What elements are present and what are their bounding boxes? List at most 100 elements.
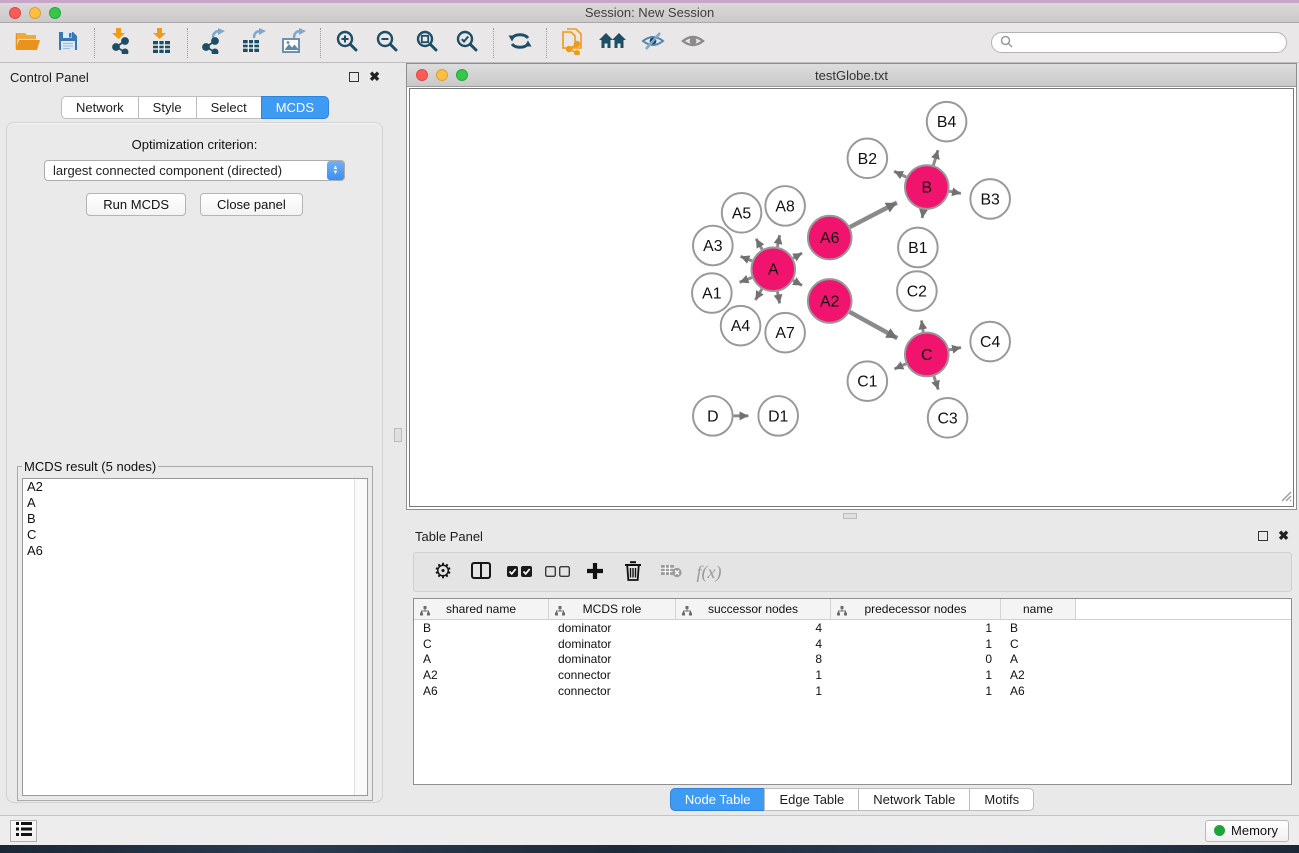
network-canvas[interactable]: AA1A2A3A4A5A6A7A8BB1B2B3B4CC1C2C3C4DD1 [409, 88, 1294, 507]
table-cell[interactable]: A [414, 652, 549, 666]
save-session-button[interactable] [48, 26, 88, 60]
criterion-select[interactable]: largest connected component (directed) ▲… [44, 160, 345, 181]
table-cell[interactable]: 1 [831, 684, 1001, 698]
refresh-view-button[interactable] [500, 26, 540, 60]
table-options-button[interactable]: ⚙ [424, 556, 462, 588]
graph-edge-B-B2[interactable] [894, 171, 906, 177]
graph-edge-A-A3[interactable] [740, 256, 752, 261]
table-cell[interactable]: A6 [1001, 684, 1076, 698]
graph-edge-C-C3[interactable] [934, 376, 938, 390]
graph-edge-A-A2[interactable] [793, 280, 802, 285]
table-cell[interactable]: A6 [414, 684, 549, 698]
delete-columns-button[interactable] [614, 556, 652, 588]
table-cell[interactable]: B [414, 621, 549, 635]
window-resize-grip[interactable] [1278, 488, 1292, 505]
table-cell[interactable]: 1 [831, 621, 1001, 635]
table-cell[interactable]: A2 [1001, 668, 1076, 682]
tab-motifs[interactable]: Motifs [969, 788, 1034, 811]
create-column-button[interactable] [576, 556, 614, 588]
tab-select[interactable]: Select [196, 96, 262, 119]
select-all-columns-button[interactable] [500, 556, 538, 588]
column-header-successor-nodes[interactable]: successor nodes [676, 599, 831, 619]
import-table-button[interactable] [141, 26, 181, 60]
global-search-field[interactable] [991, 32, 1287, 53]
minimize-network-window-button[interactable] [436, 69, 448, 81]
graph-edge-A6-B[interactable] [850, 203, 897, 227]
table-cell[interactable]: connector [549, 684, 676, 698]
zoom-fit-button[interactable] [407, 26, 447, 60]
graph-edge-A2-C[interactable] [850, 312, 898, 338]
table-cell[interactable]: 1 [831, 668, 1001, 682]
close-panel-icon[interactable]: ✖ [369, 72, 380, 82]
table-cell[interactable]: dominator [549, 637, 676, 651]
table-cell[interactable]: C [414, 637, 549, 651]
delete-table-button[interactable] [652, 556, 690, 588]
table-cell[interactable]: B [1001, 621, 1076, 635]
graph-edge-A-A1[interactable] [740, 277, 752, 282]
graph-edge-C-C4[interactable] [949, 347, 961, 349]
table-cell[interactable]: A [1001, 652, 1076, 666]
close-network-window-button[interactable] [416, 69, 428, 81]
memory-button[interactable]: Memory [1205, 820, 1289, 842]
search-input[interactable] [1017, 36, 1278, 50]
table-row[interactable]: A2connector11A2 [414, 667, 1291, 683]
table-cell[interactable]: dominator [549, 621, 676, 635]
close-window-button[interactable] [9, 7, 21, 19]
table-row[interactable]: Adominator80A [414, 651, 1291, 667]
close-panel-button[interactable]: Close panel [200, 193, 303, 216]
zoom-in-button[interactable] [327, 26, 367, 60]
zoom-window-button[interactable] [49, 7, 61, 19]
tab-mcds[interactable]: MCDS [261, 96, 329, 119]
close-panel-icon[interactable]: ✖ [1278, 531, 1289, 541]
graph-edge-A-A7[interactable] [777, 292, 779, 304]
tab-style[interactable]: Style [138, 96, 197, 119]
task-history-button[interactable] [10, 820, 37, 842]
hide-selected-button[interactable] [633, 26, 673, 60]
column-header-predecessor-nodes[interactable]: predecessor nodes [831, 599, 1001, 619]
graph-edge-A-A6[interactable] [793, 253, 802, 258]
table-cell[interactable]: 1 [831, 637, 1001, 651]
table-cell[interactable]: 8 [676, 652, 831, 666]
list-item[interactable]: C [23, 527, 367, 543]
table-cell[interactable]: 4 [676, 621, 831, 635]
export-image-button[interactable] [274, 26, 314, 60]
list-item[interactable]: A2 [23, 479, 367, 495]
import-network-button[interactable] [101, 26, 141, 60]
vertical-split-grip[interactable] [394, 428, 402, 442]
scrollbar[interactable] [354, 479, 367, 795]
horizontal-split-grip[interactable] [843, 513, 857, 519]
table-cell[interactable]: connector [549, 668, 676, 682]
table-cell[interactable]: 1 [676, 684, 831, 698]
first-neighbors-button[interactable] [593, 26, 633, 60]
table-cell[interactable]: C [1001, 637, 1076, 651]
table-cell[interactable]: dominator [549, 652, 676, 666]
tab-network-table[interactable]: Network Table [858, 788, 970, 811]
zoom-selected-button[interactable] [447, 26, 487, 60]
table-cell[interactable]: 0 [831, 652, 1001, 666]
column-header-shared-name[interactable]: shared name [414, 599, 549, 619]
float-panel-icon[interactable] [349, 72, 359, 82]
zoom-network-window-button[interactable] [456, 69, 468, 81]
table-cell[interactable]: 4 [676, 637, 831, 651]
tab-node-table[interactable]: Node Table [670, 788, 766, 811]
run-mcds-button[interactable]: Run MCDS [86, 193, 186, 216]
graph-edge-A-A5[interactable] [756, 239, 762, 250]
tab-network[interactable]: Network [61, 96, 139, 119]
zoom-out-button[interactable] [367, 26, 407, 60]
graph-edge-B-B1[interactable] [922, 210, 923, 218]
minimize-window-button[interactable] [29, 7, 41, 19]
table-cell[interactable]: A2 [414, 668, 549, 682]
function-builder-button[interactable]: f(x) [690, 556, 728, 588]
open-session-button[interactable] [8, 26, 48, 60]
list-item[interactable]: A [23, 495, 367, 511]
table-cell[interactable]: 1 [676, 668, 831, 682]
table-row[interactable]: Bdominator41B [414, 620, 1291, 636]
list-item[interactable]: B [23, 511, 367, 527]
float-panel-icon[interactable] [1258, 531, 1268, 541]
graph-edge-C-C2[interactable] [921, 320, 923, 332]
column-header-name[interactable]: name [1001, 599, 1076, 619]
table-row[interactable]: A6connector11A6 [414, 683, 1291, 699]
export-table-button[interactable] [234, 26, 274, 60]
graph-edge-C-C1[interactable] [894, 364, 906, 369]
graph-edge-A-A4[interactable] [755, 289, 761, 300]
